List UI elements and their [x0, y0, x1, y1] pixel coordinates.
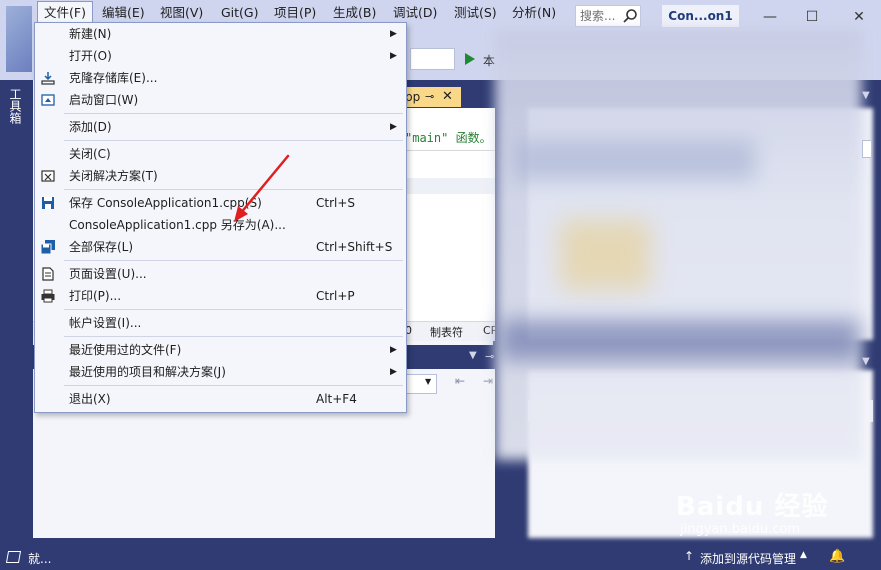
- blurred-region: [515, 140, 755, 180]
- save-all-icon: [41, 240, 55, 254]
- pin-icon[interactable]: ⊸: [485, 350, 494, 363]
- menu-item-close[interactable]: 关闭(C): [35, 143, 406, 165]
- code-comment-line: "main" 函数。: [405, 131, 492, 145]
- menu-item-start-window[interactable]: 启动窗口(W): [35, 89, 406, 111]
- menu-item-save-as[interactable]: ConsoleApplication1.cpp 另存为(A)...: [35, 214, 406, 236]
- menu-item-label: 启动窗口(W): [69, 93, 139, 107]
- menu-divider: [64, 309, 403, 310]
- menu-git[interactable]: Git(G): [217, 3, 263, 24]
- annotation-arrow-icon: [234, 154, 290, 222]
- menu-item-recent-files[interactable]: 最近使用过的文件(F) ▶: [35, 339, 406, 361]
- chevron-down-icon[interactable]: ▼: [425, 377, 431, 386]
- menu-item-save-all[interactable]: 全部保存(L) Ctrl+Shift+S: [35, 236, 406, 258]
- start-window-icon: [41, 94, 55, 106]
- chevron-up-icon[interactable]: ▲: [800, 550, 807, 560]
- menu-project[interactable]: 项目(P): [270, 3, 320, 24]
- menu-item-recent-projects[interactable]: 最近使用的项目和解决方案(J) ▶: [35, 361, 406, 383]
- menu-divider: [64, 385, 403, 386]
- submenu-arrow-icon: ▶: [390, 51, 397, 61]
- pin-icon[interactable]: ⊸: [425, 87, 434, 107]
- menu-item-exit[interactable]: 退出(X) Alt+F4: [35, 388, 406, 410]
- menu-item-open[interactable]: 打开(O) ▶: [35, 45, 406, 67]
- maximize-icon[interactable]: ☐: [800, 6, 824, 28]
- solution-name-badge[interactable]: Con...on1: [662, 5, 739, 27]
- menu-item-shortcut: Ctrl+Shift+S: [316, 240, 393, 254]
- minimize-icon[interactable]: —: [758, 6, 782, 28]
- menu-item-label: 全部保存(L): [69, 240, 134, 254]
- blurred-region: [500, 320, 860, 360]
- menu-item-label: 添加(D): [69, 120, 112, 134]
- code-divider: [405, 150, 495, 151]
- clone-icon: [41, 72, 55, 85]
- output-source-combo[interactable]: [405, 374, 437, 394]
- submenu-arrow-icon: ▶: [390, 345, 397, 355]
- menu-item-label: 关闭解决方案(T): [69, 169, 158, 183]
- menu-divider: [64, 113, 403, 114]
- blurred-region: [495, 30, 862, 460]
- menu-divider: [64, 336, 403, 337]
- menu-item-add[interactable]: 添加(D) ▶: [35, 116, 406, 138]
- toolbox-strip: [0, 80, 33, 546]
- arrow-up-icon[interactable]: ↑: [684, 549, 694, 563]
- save-icon: [42, 197, 54, 209]
- blurred-region: [560, 220, 650, 290]
- notification-bell-icon[interactable]: 🔔: [829, 549, 845, 564]
- close-solution-icon: [41, 170, 55, 182]
- close-icon[interactable]: ✕: [847, 6, 871, 28]
- menu-item-save[interactable]: 保存 ConsoleApplication1.cpp(S) Ctrl+S: [35, 192, 406, 214]
- baidu-watermark: Baidu 经验: [676, 492, 829, 522]
- menu-build[interactable]: 生成(B): [329, 3, 380, 24]
- menu-item-account-settings[interactable]: 帐户设置(I)...: [35, 312, 406, 334]
- menu-item-label: 最近使用过的文件(F): [69, 343, 182, 357]
- status-output-icon[interactable]: [5, 551, 22, 563]
- menu-view[interactable]: 视图(V): [156, 3, 207, 24]
- menu-item-close-solution[interactable]: 关闭解决方案(T): [35, 165, 406, 187]
- menu-item-label: 退出(X): [69, 392, 111, 406]
- search-icon[interactable]: [622, 8, 638, 24]
- run-icon[interactable]: [465, 53, 475, 65]
- menu-item-label: 关闭(C): [69, 147, 111, 161]
- menu-item-label: 克隆存储库(E)...: [69, 71, 158, 85]
- menu-debug[interactable]: 调试(D): [389, 3, 441, 24]
- menu-item-page-setup[interactable]: 页面设置(U)...: [35, 263, 406, 285]
- goto-previous-icon[interactable]: ⇤: [450, 374, 470, 394]
- menu-divider: [64, 140, 403, 141]
- submenu-arrow-icon: ▶: [390, 29, 397, 39]
- dropdown-arrow-icon[interactable]: ▼: [862, 90, 870, 101]
- toolbar-config-combo[interactable]: [410, 48, 455, 70]
- menu-item-label: 页面设置(U)...: [69, 267, 147, 281]
- menu-divider: [64, 260, 403, 261]
- code-highlight-line: [405, 178, 495, 194]
- menu-item-shortcut: Ctrl+P: [316, 289, 355, 303]
- dropdown-arrow-icon[interactable]: ▼: [862, 356, 870, 367]
- toolbox-tab[interactable]: 工具箱: [6, 88, 24, 124]
- menu-item-shortcut: Alt+F4: [316, 392, 357, 406]
- menu-item-label: 打开(O): [69, 49, 112, 63]
- menu-item-shortcut: Ctrl+S: [316, 196, 356, 210]
- menu-analyze[interactable]: 分析(N): [508, 3, 560, 24]
- status-text: 就...: [28, 552, 52, 566]
- baidu-watermark-url: jingyan.baidu.com: [680, 522, 800, 537]
- menu-item-label: 最近使用的项目和解决方案(J): [69, 365, 226, 379]
- page-setup-icon: [42, 267, 54, 281]
- panel-scroll-button[interactable]: [862, 140, 872, 158]
- tab-close-icon[interactable]: ✕: [442, 87, 453, 107]
- submenu-arrow-icon: ▶: [390, 122, 397, 132]
- submenu-arrow-icon: ▶: [390, 367, 397, 377]
- print-icon: [41, 289, 55, 303]
- menu-file[interactable]: 文件(F): [37, 1, 93, 23]
- app-logo: [6, 6, 32, 72]
- menu-item-new[interactable]: 新建(N) ▶: [35, 23, 406, 45]
- menu-item-label: 打印(P)...: [69, 289, 122, 303]
- dropdown-arrow-icon[interactable]: ▼: [469, 350, 477, 361]
- menu-item-label: 帐户设置(I)...: [69, 316, 142, 330]
- run-button-label[interactable]: 本: [483, 52, 495, 69]
- editor-tabs-indicator[interactable]: 制表符: [430, 324, 463, 340]
- menu-item-print[interactable]: 打印(P)... Ctrl+P: [35, 285, 406, 307]
- menu-edit[interactable]: 编辑(E): [98, 3, 149, 24]
- menu-item-clone-repo[interactable]: 克隆存储库(E)...: [35, 67, 406, 89]
- add-to-source-control-button[interactable]: 添加到源代码管理: [700, 550, 796, 567]
- menu-item-label: 新建(N): [69, 27, 112, 41]
- menu-test[interactable]: 测试(S): [450, 3, 501, 24]
